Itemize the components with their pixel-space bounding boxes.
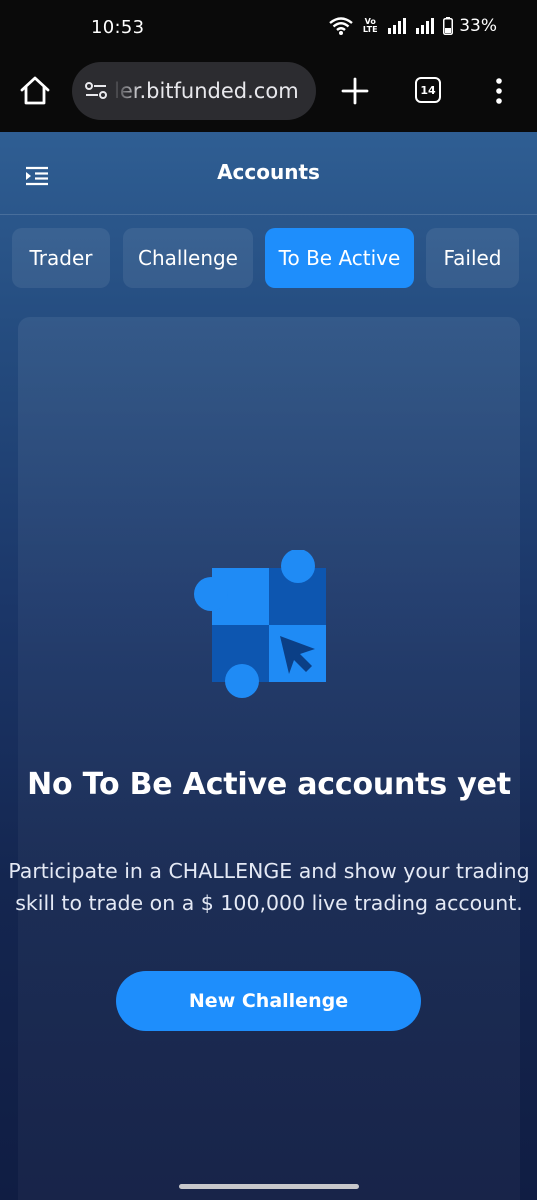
status-icons: Vo LTE 33% [329, 16, 497, 36]
plus-icon[interactable] [340, 76, 370, 106]
empty-state-title: No To Be Active accounts yet [27, 767, 511, 802]
volte-indicator: Vo LTE [359, 18, 381, 34]
app-header: Accounts [0, 132, 537, 215]
battery-percent: 33% [459, 16, 497, 36]
signal-icon-2 [416, 18, 435, 34]
url-fade [112, 62, 142, 120]
gesture-bar[interactable] [179, 1184, 359, 1189]
puzzle-cursor-icon [194, 550, 326, 698]
tab-failed[interactable]: Failed [426, 228, 519, 288]
accounts-page: Accounts Trader Challenge To Be Active F… [0, 132, 537, 1200]
home-icon[interactable] [18, 74, 52, 108]
status-bar: 10:53 Vo LTE 33% [0, 0, 537, 58]
battery-icon [443, 17, 454, 35]
site-info-icon[interactable] [84, 81, 108, 101]
page-title: Accounts [217, 160, 320, 184]
status-time: 10:53 [91, 17, 145, 38]
volte-bottom: LTE [362, 25, 378, 34]
empty-state-card: No To Be Active accounts yet Participate… [8, 317, 530, 1200]
tab-to-be-active[interactable]: To Be Active [265, 228, 414, 288]
wifi-icon [329, 17, 353, 35]
more-vert-icon[interactable] [492, 76, 506, 106]
browser-toolbar: ler.bitfunded.com 14 [0, 58, 537, 132]
new-challenge-button[interactable]: New Challenge [116, 971, 421, 1031]
tab-challenge[interactable]: Challenge [123, 228, 253, 288]
address-bar[interactable]: ler.bitfunded.com [72, 62, 316, 120]
empty-state-description: Participate in a CHALLENGE and show your… [8, 859, 530, 915]
account-tabs: Trader Challenge To Be Active Failed [12, 228, 537, 288]
tab-trader[interactable]: Trader [12, 228, 110, 288]
tab-switcher-button[interactable]: 14 [415, 77, 441, 103]
signal-icon [388, 18, 407, 34]
